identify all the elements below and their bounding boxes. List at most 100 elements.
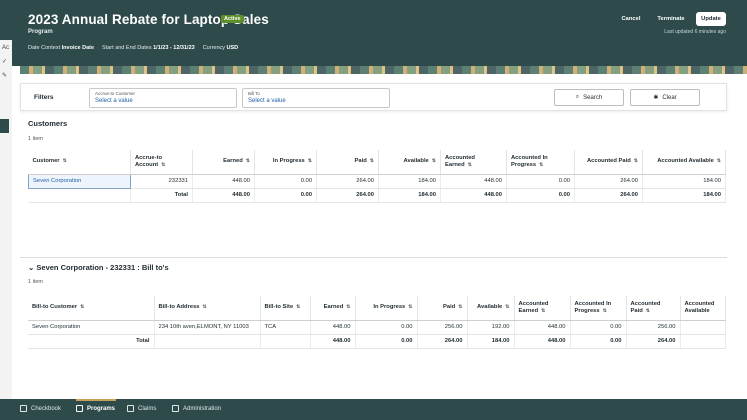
sort-icon: ⇅ xyxy=(716,158,721,165)
column-header[interactable]: Accounted In Progress ⇅ xyxy=(570,296,627,321)
customer-cell[interactable]: Seven Corporation xyxy=(28,173,131,189)
sort-icon: ⇅ xyxy=(161,161,166,168)
chevron-down-icon[interactable]: ⌄ xyxy=(28,263,34,272)
edit-icon[interactable]: ✎ xyxy=(2,72,7,79)
table-cell: 0.00 xyxy=(254,174,317,189)
accrue-to-customer-select[interactable]: Accrue-to Customer Select a value xyxy=(89,88,237,108)
sort-icon: ⇅ xyxy=(467,161,472,168)
cancel-button[interactable]: Cancel xyxy=(616,12,646,26)
column-header[interactable]: Available ⇅ xyxy=(467,296,515,321)
column-header[interactable]: Bill-to Site ⇅ xyxy=(260,296,311,321)
table-cell: 256.00 xyxy=(626,320,681,335)
sort-icon: ⇅ xyxy=(62,158,67,165)
table-cell: 0.00 xyxy=(355,334,418,349)
table-cell: 264.00 xyxy=(574,188,643,203)
bottom-nav: Checkbook Programs Claims Administration xyxy=(0,399,747,420)
table-cell: 184.00 xyxy=(467,334,515,349)
sort-icon: ⇅ xyxy=(408,304,413,311)
sort-icon: ⇅ xyxy=(541,307,546,314)
table-cell xyxy=(260,334,311,349)
sort-icon: ⇅ xyxy=(645,307,650,314)
billtos-title-text: Seven Corporation - 232331 : Bill to's xyxy=(36,263,169,272)
nav-checkbook[interactable]: Checkbook xyxy=(20,405,61,412)
table-row[interactable]: Seven Corporation 234 10th aven,ELMONT, … xyxy=(28,320,726,335)
nav-claims[interactable]: Claims xyxy=(127,405,156,412)
date-context-value: Invoice Date xyxy=(61,45,95,51)
table-cell: 0.00 xyxy=(355,320,418,335)
sort-icon: ⇅ xyxy=(307,158,312,165)
column-header[interactable]: Accounted Available ⇅ xyxy=(642,150,726,175)
terminate-button[interactable]: Terminate xyxy=(652,12,690,26)
administration-icon xyxy=(172,405,179,412)
column-header[interactable]: Available ⇅ xyxy=(378,150,441,175)
bill-to-select[interactable]: Bill To Select a value xyxy=(242,88,390,108)
sort-icon: ⇅ xyxy=(539,161,544,168)
customers-count: 1 item xyxy=(28,136,43,142)
currency-label: Currency xyxy=(202,45,226,51)
table-cell: 448.00 xyxy=(310,334,356,349)
table-cell: 192.00 xyxy=(467,320,515,335)
sort-icon: ⇅ xyxy=(346,304,351,311)
column-header[interactable]: Accounted Paid ⇅ xyxy=(574,150,643,175)
nav-administration[interactable]: Administration xyxy=(172,405,221,412)
dates-value: 1/1/23 - 12/31/23 xyxy=(153,45,195,51)
nav-programs[interactable]: Programs xyxy=(76,405,115,412)
sort-icon: ⇅ xyxy=(458,304,463,311)
update-button[interactable]: Update xyxy=(696,12,726,26)
table-cell: Seven Corporation xyxy=(28,320,155,335)
accrue-to-customer-label: Accrue-to Customer xyxy=(95,91,136,96)
column-header[interactable]: Bill-to Customer ⇅ xyxy=(28,296,155,321)
table-cell: 448.00 xyxy=(514,334,571,349)
column-header[interactable]: Accounted Earned ⇅ xyxy=(440,150,507,175)
table-cell: 0.00 xyxy=(570,320,627,335)
column-header[interactable]: Paid ⇅ xyxy=(417,296,468,321)
checkbook-icon xyxy=(20,405,27,412)
sort-icon: ⇅ xyxy=(80,304,85,311)
customers-title: Customers xyxy=(28,119,68,128)
column-header[interactable]: Accrue-to Account ⇅ xyxy=(130,150,193,175)
active-tab-indicator xyxy=(76,399,116,401)
column-header[interactable]: Earned ⇅ xyxy=(310,296,356,321)
column-header[interactable]: Accounted In Progress ⇅ xyxy=(506,150,575,175)
filters-label: Filters xyxy=(34,94,54,101)
column-header[interactable]: Accounted Paid ⇅ xyxy=(626,296,681,321)
rail-icon-1[interactable]: Ac xyxy=(2,45,9,51)
program-header: 2023 Annual Rebate for Laptop Sales Acti… xyxy=(0,0,747,66)
total-row: Total 448.00 0.00 264.00 184.00 448.00 0… xyxy=(28,188,726,203)
table-cell: 264.00 xyxy=(316,174,379,189)
column-header[interactable]: Earned ⇅ xyxy=(192,150,255,175)
nav-checkbook-label: Checkbook xyxy=(31,405,62,412)
check-icon[interactable]: ✓ xyxy=(2,58,7,65)
sort-icon: ⇅ xyxy=(202,304,207,311)
sort-icon: ⇅ xyxy=(369,158,374,165)
sort-icon: ⇅ xyxy=(633,158,638,165)
column-header[interactable]: Bill-to Address ⇅ xyxy=(154,296,261,321)
column-header[interactable]: In Progress ⇅ xyxy=(254,150,317,175)
column-header[interactable]: Customer ⇅ xyxy=(28,150,131,175)
table-cell: 232331 xyxy=(130,174,193,189)
sort-icon: ⇅ xyxy=(245,158,250,165)
column-header[interactable]: Paid ⇅ xyxy=(316,150,379,175)
date-context-label: Date Context xyxy=(28,45,61,51)
table-row[interactable]: Seven Corporation 232331 448.00 0.00 264… xyxy=(28,173,726,189)
table-cell xyxy=(680,334,726,349)
table-cell: 448.00 xyxy=(192,188,255,203)
section-divider xyxy=(20,257,727,258)
clear-button[interactable]: ✱ Clear xyxy=(630,89,700,106)
table-cell: 184.00 xyxy=(378,188,441,203)
table-cell: 0.00 xyxy=(570,334,627,349)
search-button[interactable]: ⌕ Search xyxy=(554,89,624,106)
table-cell: TCA xyxy=(260,320,311,335)
filters-panel: Filters Accrue-to Customer Select a valu… xyxy=(20,83,727,111)
page-subtitle: Program xyxy=(28,29,53,35)
billtos-title[interactable]: ⌄ Seven Corporation - 232331 : Bill to's xyxy=(28,263,169,272)
decorative-banner xyxy=(20,66,747,74)
table-header-row: Customer ⇅ Accrue-to Account ⇅ Earned ⇅ In … xyxy=(28,150,726,175)
table-header-row: Bill-to Customer ⇅ Bill-to Address ⇅ Bill-… xyxy=(28,296,726,321)
column-header[interactable]: Accounted Available xyxy=(680,296,726,321)
table-cell: 448.00 xyxy=(310,320,356,335)
table-cell: 184.00 xyxy=(642,174,726,189)
table-cell: 256.00 xyxy=(417,320,468,335)
column-header[interactable]: Accounted Earned ⇅ xyxy=(514,296,571,321)
column-header[interactable]: In Progress ⇅ xyxy=(355,296,418,321)
